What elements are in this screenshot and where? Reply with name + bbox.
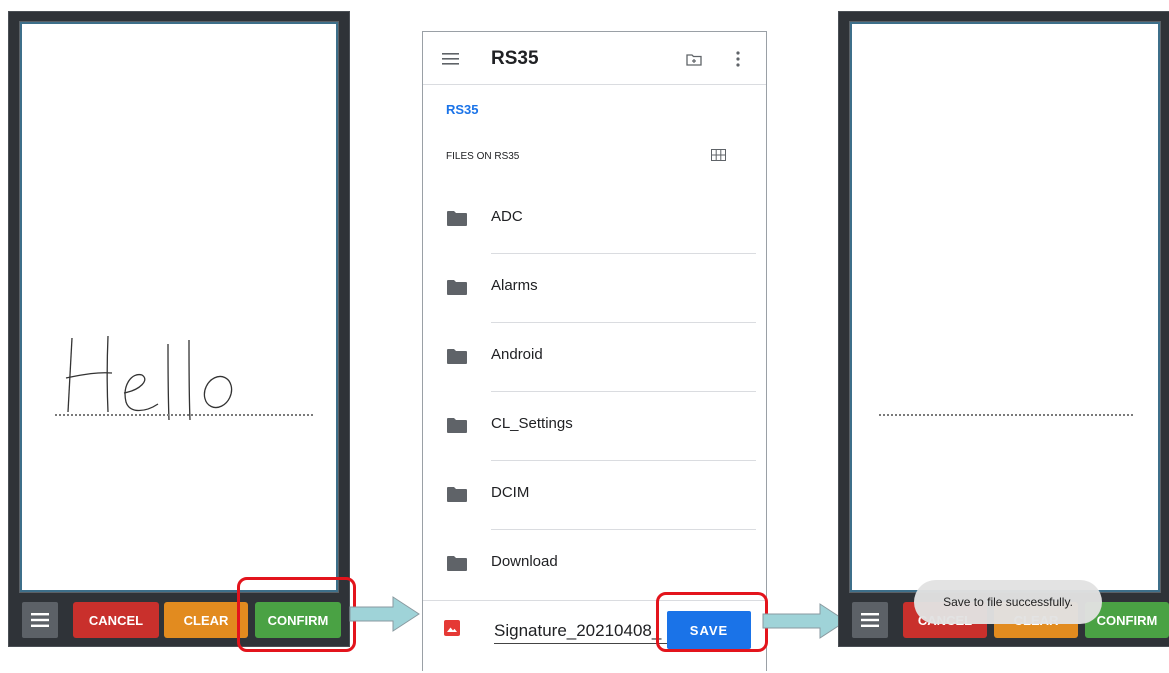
- appbar-title: RS35: [491, 48, 539, 69]
- filename-input[interactable]: Signature_20210408_: [494, 621, 670, 644]
- save-highlight: [656, 592, 768, 652]
- folder-icon: [447, 556, 467, 571]
- flow-arrow-2: [762, 603, 847, 639]
- breadcrumb[interactable]: RS35: [446, 102, 479, 117]
- folder-row-cl-settings[interactable]: CL_Settings: [423, 392, 766, 461]
- signature-canvas[interactable]: [849, 21, 1161, 593]
- folder-name: CL_Settings: [491, 415, 573, 432]
- flow-arrow-1: [349, 596, 420, 632]
- hamburger-icon[interactable]: [22, 602, 58, 638]
- grid-view-icon[interactable]: [711, 149, 726, 161]
- more-vert-icon[interactable]: [736, 51, 740, 67]
- folder-name: ADC: [491, 208, 523, 225]
- file-picker-screen: RS35 RS35 FILES ON RS35 ADC Alarms Andro…: [422, 31, 767, 673]
- hamburger-icon[interactable]: [852, 602, 888, 638]
- signature-panel-right: CANCEL CLEAR CONFIRM: [838, 11, 1169, 647]
- folder-row-android[interactable]: Android: [423, 323, 766, 392]
- new-folder-icon[interactable]: [686, 53, 702, 66]
- handwritten-signature: [65, 335, 233, 420]
- folder-icon: [447, 211, 467, 226]
- signature-canvas[interactable]: [19, 21, 339, 593]
- signature-panel-left: CANCEL CLEAR CONFIRM: [8, 11, 350, 647]
- folder-name: Download: [491, 553, 558, 570]
- folder-row-alarms[interactable]: Alarms: [423, 254, 766, 323]
- folder-row-download[interactable]: Download: [423, 530, 766, 599]
- folder-icon: [447, 418, 467, 433]
- file-picker-appbar: RS35: [423, 32, 766, 85]
- signature-baseline: [55, 414, 313, 416]
- signature-baseline: [879, 414, 1133, 416]
- confirm-highlight: [237, 577, 356, 652]
- folder-row-dcim[interactable]: DCIM: [423, 461, 766, 530]
- clear-button[interactable]: CLEAR: [164, 602, 248, 638]
- folder-name: DCIM: [491, 484, 530, 501]
- section-label: FILES ON RS35: [446, 151, 520, 162]
- folder-name: Android: [491, 346, 543, 363]
- hamburger-icon[interactable]: [442, 53, 459, 65]
- folder-name: Alarms: [491, 277, 538, 294]
- toast-message: Save to file successfully.: [914, 580, 1102, 624]
- cancel-button[interactable]: CANCEL: [73, 602, 159, 638]
- folder-row-adc[interactable]: ADC: [423, 185, 766, 254]
- folder-icon: [447, 349, 467, 364]
- folder-icon: [447, 280, 467, 295]
- folder-icon: [447, 487, 467, 502]
- image-file-icon: [444, 620, 460, 636]
